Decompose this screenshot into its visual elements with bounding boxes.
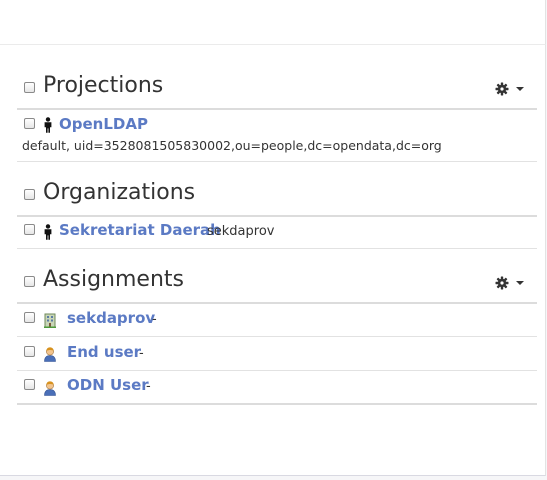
organization-row: Sekretariat Daerah sekdaprov <box>17 217 537 249</box>
organizations-header: Organizations <box>17 175 537 217</box>
assignment-name-link[interactable]: sekdaprov <box>67 309 155 327</box>
assignment-row-checkbox[interactable] <box>24 346 35 357</box>
chevron-down-icon <box>516 87 524 91</box>
assignments-actions-menu[interactable] <box>495 276 525 290</box>
organizations-select-all-checkbox[interactable] <box>24 189 35 200</box>
user-role-icon <box>44 381 56 396</box>
assignments-title: Assignments <box>43 267 184 292</box>
projections-select-all-checkbox[interactable] <box>24 82 35 93</box>
assignment-detail: - <box>146 379 151 394</box>
projection-name-link[interactable]: OpenLDAP <box>59 115 148 133</box>
assignments-select-all-checkbox[interactable] <box>24 276 35 287</box>
assignment-name-link[interactable]: ODN User <box>67 376 149 394</box>
gear-icon <box>495 276 509 290</box>
projection-description: default, uid=3528081505830002,ou=people,… <box>22 138 442 153</box>
chevron-down-icon <box>516 281 524 285</box>
projections-actions-menu[interactable] <box>495 82 525 96</box>
assignment-row: End user - <box>17 337 537 371</box>
gear-icon <box>495 82 509 96</box>
assignment-row-checkbox[interactable] <box>24 379 35 390</box>
assignment-row-checkbox[interactable] <box>24 312 35 323</box>
detail-panel: Projections OpenLDAP default, uid=352808… <box>0 45 546 476</box>
building-icon <box>44 313 56 328</box>
assignment-row: ODN User - <box>17 371 537 403</box>
top-bar <box>0 0 546 45</box>
assignment-name-link[interactable]: End user <box>67 343 141 361</box>
assignment-detail: - <box>139 346 144 361</box>
person-icon <box>44 117 52 133</box>
assignments-header: Assignments <box>17 262 537 304</box>
projection-row: OpenLDAP default, uid=3528081505830002,o… <box>17 110 537 162</box>
assignment-row: sekdaprov - <box>17 304 537 337</box>
organization-name-link[interactable]: Sekretariat Daerah <box>59 221 221 239</box>
assignment-detail: - <box>152 312 157 327</box>
projections-header: Projections <box>17 68 537 110</box>
assignments-bottom-divider <box>17 403 537 405</box>
projection-row-checkbox[interactable] <box>24 118 35 129</box>
page: Projections OpenLDAP default, uid=352808… <box>0 0 547 480</box>
organizations-title: Organizations <box>43 180 196 205</box>
organization-row-checkbox[interactable] <box>24 224 35 235</box>
organization-code: sekdaprov <box>207 224 275 239</box>
projections-title: Projections <box>43 73 164 98</box>
person-icon <box>44 224 52 240</box>
user-role-icon <box>44 347 56 362</box>
